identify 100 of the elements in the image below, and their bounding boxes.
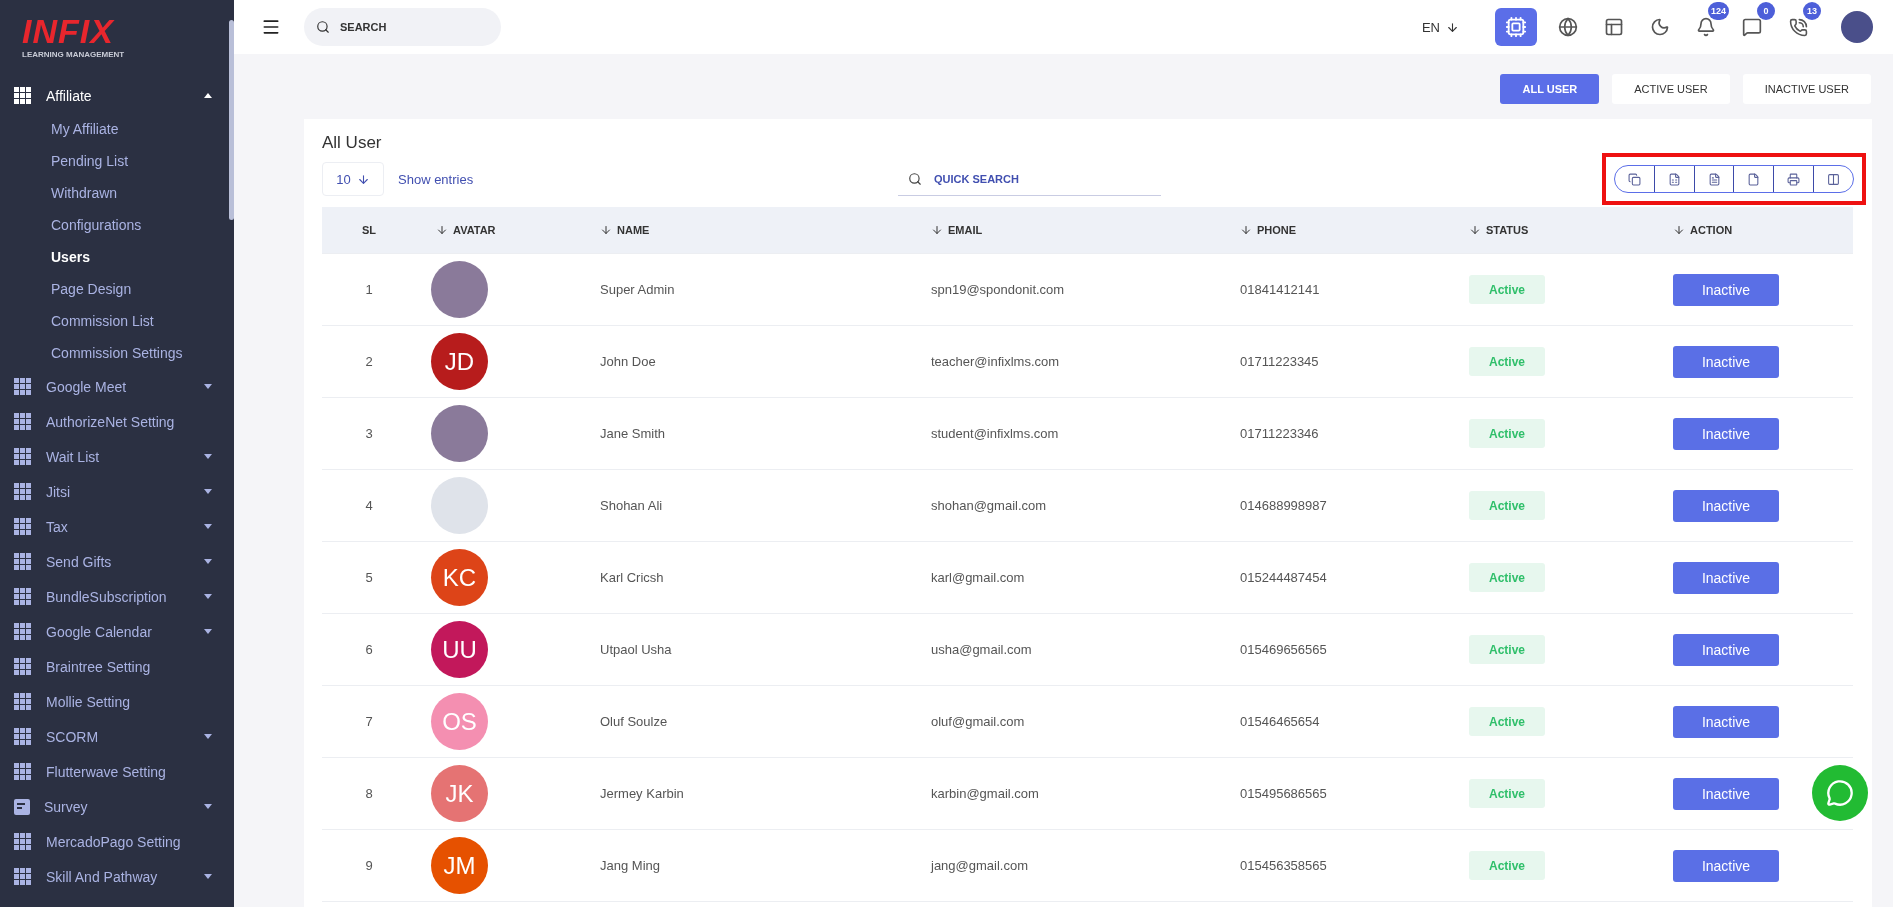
grid-icon bbox=[14, 377, 32, 396]
submenu-item[interactable]: Pending List bbox=[0, 145, 228, 177]
table-cell-text: 3 bbox=[364, 426, 374, 441]
caret-down-icon bbox=[204, 524, 212, 529]
table-cell-text: John Doe bbox=[599, 354, 657, 369]
submenu-item[interactable]: Commission Settings bbox=[0, 337, 228, 369]
table-cell-text: shohan@gmail.com bbox=[930, 498, 1048, 513]
table-cell-text: 015456358565 bbox=[1239, 858, 1328, 873]
sort-arrow-icon bbox=[1673, 224, 1685, 236]
sidebar-item[interactable]: Skill And Pathway bbox=[0, 859, 228, 894]
search-icon bbox=[316, 20, 330, 34]
scrollbar-thumb[interactable] bbox=[229, 20, 234, 220]
table-cell-text: Karl Cricsh bbox=[599, 570, 665, 585]
caret-up-icon bbox=[204, 93, 212, 98]
table-cell-text: teacher@infixlms.com bbox=[930, 354, 1061, 369]
avatar-initials: JM bbox=[431, 837, 488, 894]
logo-tagline: LEARNING MANAGEMENT bbox=[22, 50, 125, 59]
grid-icon bbox=[14, 762, 32, 781]
sidebar-item[interactable]: Braintree Setting bbox=[0, 649, 228, 684]
table-cell-text: usha@gmail.com bbox=[930, 642, 1033, 657]
sidebar-item[interactable]: Send Gifts bbox=[0, 544, 228, 579]
photo-placeholder bbox=[431, 405, 488, 462]
search-field[interactable]: SEARCH bbox=[304, 8, 501, 46]
quick-search-field[interactable]: QUICK SEARCH bbox=[898, 162, 1161, 196]
caret-down-icon bbox=[204, 734, 212, 739]
sidebar-item[interactable]: MercadoPago Setting bbox=[0, 824, 228, 859]
photo-placeholder bbox=[431, 261, 488, 318]
grid-icon bbox=[14, 517, 32, 536]
sidebar-item[interactable]: Affiliate bbox=[0, 78, 228, 113]
column-label: EMAIL bbox=[948, 224, 983, 236]
caret-down-icon bbox=[204, 384, 212, 389]
column-header[interactable]: STATUS bbox=[1449, 224, 1653, 236]
count-badge: 0 bbox=[1757, 2, 1775, 20]
search-input[interactable]: SEARCH bbox=[338, 20, 478, 34]
sidebar-item[interactable]: Wait List bbox=[0, 439, 228, 474]
status-badge: Active bbox=[1469, 779, 1545, 808]
sort-arrow-icon bbox=[1240, 224, 1252, 236]
photo-placeholder[interactable] bbox=[1841, 11, 1873, 43]
table-cell-text: Super Admin bbox=[599, 282, 676, 297]
card-title: All User bbox=[322, 133, 383, 153]
status-badge: Active bbox=[1469, 563, 1545, 592]
sidebar-item[interactable]: AuthorizeNet Setting bbox=[0, 404, 228, 439]
sidebar-item[interactable]: Tax bbox=[0, 509, 228, 544]
caret-down-icon bbox=[204, 629, 212, 634]
filter-tab[interactable]: INACTIVE USER bbox=[1742, 74, 1871, 104]
language-selector[interactable]: EN bbox=[1415, 18, 1465, 36]
sidebar-item[interactable]: Google Calendar bbox=[0, 614, 228, 649]
submenu-item[interactable]: Page Design bbox=[0, 273, 228, 305]
status-badge: Active bbox=[1469, 419, 1545, 448]
column-header[interactable]: EMAIL bbox=[911, 224, 1220, 236]
table-cell-text: 015495686565 bbox=[1239, 786, 1328, 801]
sidebar-item[interactable]: SCORM bbox=[0, 719, 228, 754]
status-badge: Active bbox=[1469, 635, 1545, 664]
sidebar-item[interactable]: Jitsi bbox=[0, 474, 228, 509]
grid-icon bbox=[14, 622, 32, 641]
caret-down-icon bbox=[204, 804, 212, 809]
column-header[interactable]: NAME bbox=[580, 224, 911, 236]
chip-button[interactable] bbox=[1495, 8, 1537, 46]
filter-tab[interactable]: ALL USER bbox=[1500, 74, 1600, 104]
table-cell-text: 5 bbox=[364, 570, 374, 585]
table-cell-text: karl@gmail.com bbox=[930, 570, 1026, 585]
submenu-item[interactable]: My Affiliate bbox=[0, 113, 228, 145]
table-cell-text: Shohan Ali bbox=[599, 498, 664, 513]
grid-icon bbox=[14, 412, 32, 431]
sidebar-item[interactable]: Flutterwave Setting bbox=[0, 754, 228, 789]
sidebar-item[interactable]: BundleSubscription bbox=[0, 579, 228, 614]
sidebar-item[interactable]: Google Meet bbox=[0, 369, 228, 404]
form-icon bbox=[14, 798, 30, 815]
table-cell-text: spn19@spondonit.com bbox=[930, 282, 1066, 297]
table-cell-text: Jang Ming bbox=[599, 858, 661, 873]
caret-down-icon bbox=[204, 874, 212, 879]
caret-down-icon bbox=[204, 559, 212, 564]
submenu-item[interactable]: Configurations bbox=[0, 209, 228, 241]
submenu-item[interactable]: Commission List bbox=[0, 305, 228, 337]
submenu-item[interactable]: Withdrawn bbox=[0, 177, 228, 209]
table-cell-text: 015469656565 bbox=[1239, 642, 1328, 657]
table-cell-text: jang@gmail.com bbox=[929, 858, 1029, 873]
column-label: NAME bbox=[617, 224, 650, 236]
table-cell-text: 015244487454 bbox=[1239, 570, 1328, 585]
sidebar-item[interactable]: Mollie Setting bbox=[0, 684, 228, 719]
caret-down-icon bbox=[204, 489, 212, 494]
table-cell-text: 2 bbox=[364, 354, 374, 369]
column-label: SL bbox=[361, 224, 377, 236]
arrow-down-icon bbox=[1446, 20, 1459, 34]
grid-icon bbox=[14, 727, 32, 746]
table-cell-text: 01841412141 bbox=[1239, 282, 1321, 297]
submenu-item[interactable]: Users bbox=[0, 241, 228, 273]
status-badge: Active bbox=[1469, 491, 1545, 520]
table-cell-text: Jermey Karbin bbox=[599, 786, 685, 801]
count-badge: 124 bbox=[1707, 2, 1729, 20]
column-header[interactable]: AVATAR bbox=[416, 224, 580, 236]
sidebar-item[interactable]: Survey bbox=[0, 789, 228, 824]
column-header[interactable]: ACTION bbox=[1653, 224, 1893, 236]
column-header[interactable]: PHONE bbox=[1220, 224, 1449, 236]
filter-tab[interactable]: ACTIVE USER bbox=[1612, 74, 1730, 104]
column-header[interactable]: SL bbox=[322, 224, 416, 236]
avatar-initials: UU bbox=[431, 621, 488, 678]
table-cell-text: Utpaol Usha bbox=[599, 642, 673, 657]
avatar-initials: JD bbox=[431, 333, 488, 390]
page-size-select[interactable]: 10 bbox=[322, 162, 384, 196]
